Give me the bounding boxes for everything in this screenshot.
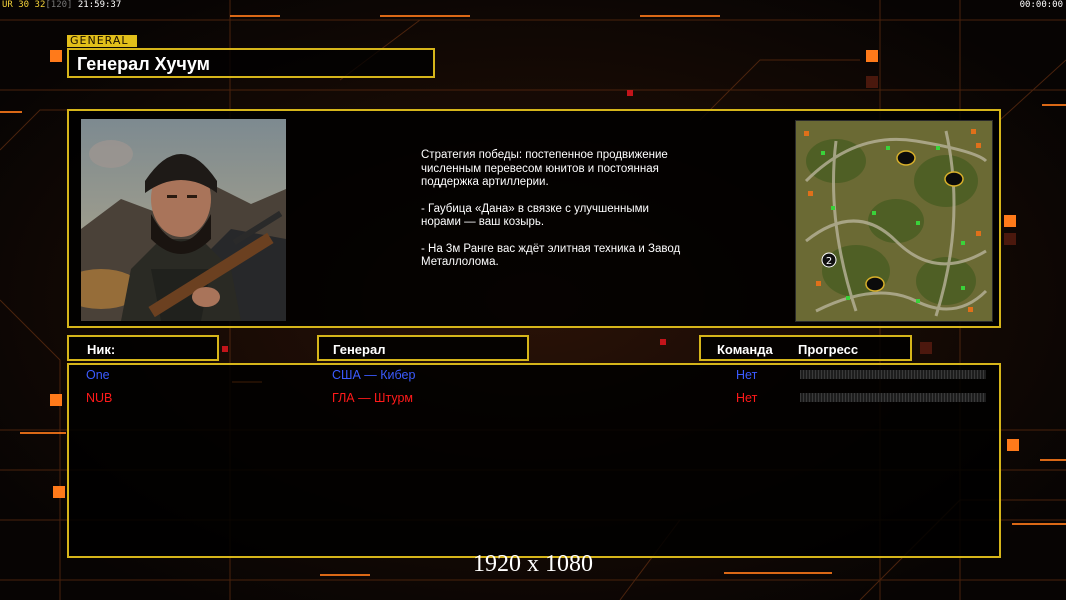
fps-limit: [120]: [45, 0, 73, 10]
description-tip-2: - На 3м Ранге вас ждёт элитная техника и…: [421, 242, 681, 269]
player-team[interactable]: Нет: [736, 391, 757, 405]
player-nick: NUB: [86, 391, 113, 405]
header-general: Генерал: [317, 335, 529, 361]
header-progress-label: Прогресс: [798, 342, 859, 357]
header-team-progress: Команда Прогресс: [699, 335, 912, 361]
player-row[interactable]: One США — Кибер Нет: [69, 366, 999, 384]
general-tag: GENERAL: [67, 35, 137, 47]
header-team-label: Команда: [717, 342, 773, 357]
player-general[interactable]: ГЛА — Штурм: [332, 391, 413, 405]
header-nick: Ник:: [67, 335, 219, 361]
general-description: Стратегия победы: постепенное продвижени…: [421, 149, 691, 283]
general-name: Генерал Хучум: [77, 54, 210, 74]
general-title-box: Генерал Хучум: [67, 48, 435, 78]
general-info-panel: Стратегия победы: постепенное продвижени…: [67, 109, 1001, 328]
player-progress-bar: [800, 393, 986, 402]
player-nick: One: [86, 368, 110, 382]
map-preview[interactable]: 2: [795, 120, 993, 322]
map-slot-marker: 2: [826, 256, 832, 267]
clock: 21:59:37: [77, 0, 122, 10]
header-general-label: Генерал: [333, 342, 386, 357]
performance-hud: UR 30 32[120] 21:59:37: [2, 0, 121, 10]
fps-value: 32: [34, 0, 46, 10]
description-tip-1: - Гаубица «Дана» в связке с улучшенными …: [421, 202, 649, 229]
resolution-label: 1920 x 1080: [473, 551, 593, 577]
player-progress-bar: [800, 370, 986, 379]
game-timer: 00:00:00: [1019, 0, 1063, 10]
player-team[interactable]: Нет: [736, 368, 757, 382]
ur-value: 30: [18, 0, 30, 10]
players-panel: One США — Кибер Нет NUB ГЛА — Штурм Нет: [67, 363, 1001, 558]
description-strategy: Стратегия победы: постепенное продвижени…: [421, 149, 668, 188]
ur-label: UR: [2, 0, 13, 10]
header-nick-label: Ник:: [87, 342, 116, 357]
general-portrait: [81, 119, 286, 321]
player-row[interactable]: NUB ГЛА — Штурм Нет: [69, 389, 999, 407]
player-general[interactable]: США — Кибер: [332, 368, 415, 382]
